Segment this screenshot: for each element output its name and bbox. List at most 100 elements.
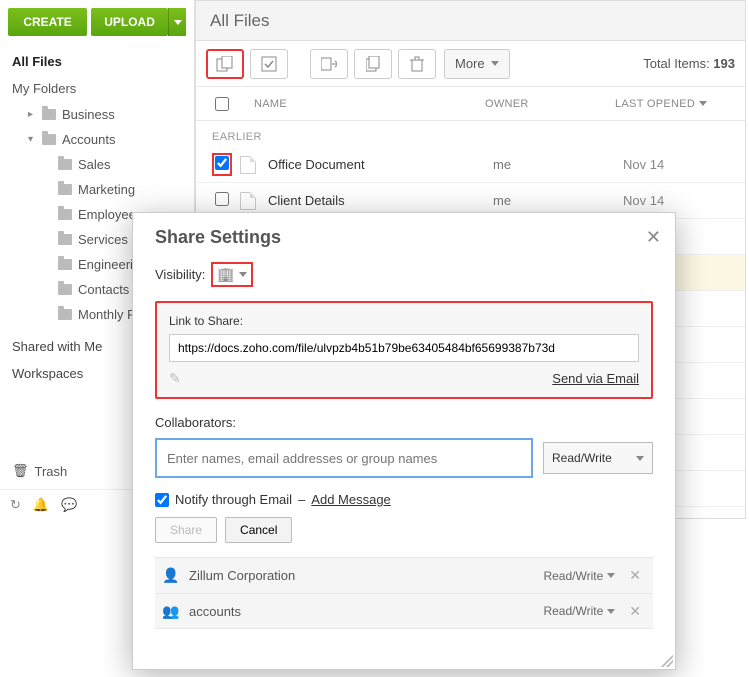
chevron-down-icon [491, 61, 499, 66]
toolbar: More Total Items: 193 [196, 41, 745, 87]
collaborator-permission[interactable]: Read/Write [543, 604, 615, 618]
share-link-input[interactable] [169, 334, 639, 362]
more-button[interactable]: More [444, 49, 510, 79]
folder-icon [58, 309, 72, 320]
checklist-icon [261, 56, 277, 72]
folder-icon [58, 284, 72, 295]
sort-desc-icon [699, 101, 707, 106]
row-checkbox[interactable] [215, 156, 229, 170]
trash-icon [410, 56, 424, 72]
collaborators-label: Collaborators: [155, 415, 653, 430]
delete-tool[interactable] [398, 49, 436, 79]
folder-label: Marketing [78, 182, 135, 197]
folder-accounts[interactable]: ▾ Accounts [20, 127, 194, 152]
chat-icon[interactable]: 💬 [61, 497, 77, 513]
folder-icon [58, 259, 72, 270]
folder-marketing[interactable]: Marketing [36, 177, 194, 202]
folder-icon [58, 209, 72, 220]
nav-all-files[interactable]: All Files [0, 48, 194, 75]
create-button[interactable]: CREATE [8, 8, 87, 36]
folder-label: Sales [78, 157, 111, 172]
share-tool[interactable] [206, 49, 244, 79]
file-name: Office Document [268, 157, 493, 172]
folder-icon [58, 234, 72, 245]
select-all-checkbox[interactable] [215, 97, 229, 111]
group-icon: 👥 [163, 603, 179, 619]
trash-icon: 🗑 [12, 463, 29, 479]
move-icon [321, 57, 337, 71]
folder-sales[interactable]: Sales [36, 152, 194, 177]
file-date: Nov 14 [623, 193, 733, 208]
grid-header: NAME OWNER LAST OPENED [196, 87, 745, 121]
chevron-down-icon [174, 20, 182, 25]
collaborator-name: Zillum Corporation [189, 568, 533, 583]
chevron-down-icon [239, 272, 247, 277]
copy-tool[interactable] [354, 49, 392, 79]
chevron-down-icon [636, 456, 644, 461]
user-icon: 👤 [163, 568, 179, 584]
expand-icon[interactable]: ▸ [28, 109, 36, 120]
permission-label: Read/Write [552, 451, 612, 465]
copy-icon [366, 56, 380, 72]
chevron-down-icon [607, 573, 615, 578]
link-label: Link to Share: [169, 314, 243, 328]
collapse-icon[interactable]: ▾ [28, 134, 36, 145]
bell-icon[interactable]: 🔔 [33, 497, 49, 513]
col-last-opened[interactable]: LAST OPENED [615, 98, 733, 110]
col-name[interactable]: NAME [236, 98, 485, 110]
add-message-link[interactable]: Add Message [311, 492, 391, 507]
nav-my-folders[interactable]: My Folders [0, 75, 194, 102]
file-name: Client Details [268, 193, 493, 208]
document-icon [240, 192, 256, 210]
file-owner: me [493, 157, 623, 172]
close-button[interactable]: ✕ [646, 227, 661, 248]
document-icon [240, 156, 256, 174]
file-date: Nov 14 [623, 157, 733, 172]
upload-button[interactable]: UPLOAD [91, 8, 168, 36]
more-label: More [455, 56, 485, 71]
total-items: Total Items: 193 [643, 56, 735, 71]
visibility-label: Visibility: [155, 267, 205, 282]
visibility-selector[interactable]: 🏢 [211, 262, 252, 287]
folder-icon [42, 134, 56, 145]
collaborator-name: accounts [189, 604, 533, 619]
share-icon [216, 56, 234, 72]
edit-link-icon[interactable]: ✎ [169, 370, 181, 387]
resize-handle[interactable] [661, 655, 673, 667]
page-title: All Files [196, 1, 745, 41]
collaborators-input[interactable] [155, 438, 533, 478]
file-owner: me [493, 193, 623, 208]
collaborator-permission[interactable]: Read/Write [543, 569, 615, 583]
section-earlier: EARLIER [196, 121, 745, 147]
cancel-button[interactable]: Cancel [225, 517, 292, 543]
notify-checkbox[interactable] [155, 493, 169, 507]
nav-trash[interactable]: 🗑 Trash [0, 457, 79, 485]
folder-icon [58, 159, 72, 170]
share-settings-dialog: ✕ Share Settings Visibility: 🏢 Link to S… [132, 212, 676, 670]
folder-label: Business [62, 107, 115, 122]
folder-icon [42, 109, 56, 120]
send-via-email-link[interactable]: Send via Email [552, 371, 639, 386]
remove-collaborator-button[interactable]: ✕ [625, 603, 645, 620]
organization-icon: 🏢 [217, 266, 234, 283]
notify-label: Notify through Email [175, 492, 292, 507]
upload-dropdown-toggle[interactable] [168, 8, 186, 36]
move-tool[interactable] [310, 49, 348, 79]
remove-collaborator-button[interactable]: ✕ [625, 567, 645, 584]
col-owner[interactable]: OWNER [485, 98, 615, 110]
row-checkbox[interactable] [215, 192, 229, 206]
folder-business[interactable]: ▸ Business [20, 102, 194, 127]
tasks-tool[interactable] [250, 49, 288, 79]
collaborator-row: 👥 accounts Read/Write ✕ [155, 593, 653, 629]
chevron-down-icon [607, 609, 615, 614]
folder-label: Services [78, 232, 128, 247]
sync-icon[interactable]: ↻ [10, 497, 21, 513]
permission-select[interactable]: Read/Write [543, 442, 653, 474]
folder-icon [58, 184, 72, 195]
folder-label: Accounts [62, 132, 115, 147]
collaborator-row: 👤 Zillum Corporation Read/Write ✕ [155, 557, 653, 593]
folder-label: Contacts [78, 282, 129, 297]
file-row[interactable]: Office DocumentmeNov 14 [196, 147, 745, 183]
share-link-box: Link to Share: ✎ Send via Email [155, 301, 653, 399]
dialog-title: Share Settings [155, 227, 653, 248]
